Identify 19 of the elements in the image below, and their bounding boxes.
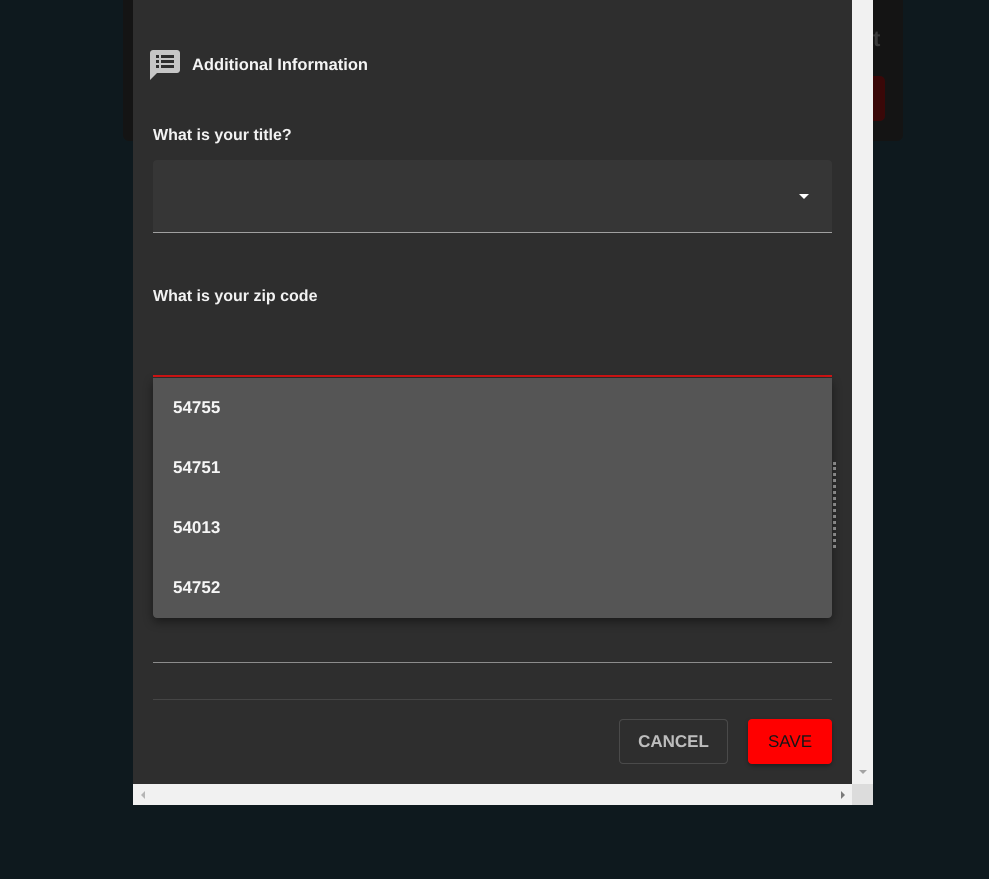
vertical-scrollbar[interactable] (852, 0, 873, 784)
select-field[interactable] (153, 160, 832, 233)
suggestion-item[interactable]: 54013 (153, 498, 832, 558)
cancel-button[interactable]: CANCEL (619, 719, 728, 764)
scrollbar-corner (852, 784, 873, 805)
action-button[interactable] (873, 76, 885, 121)
save-button[interactable]: SAVE (748, 719, 832, 764)
section-title: Additional Information (192, 55, 368, 75)
horizontal-scrollbar[interactable] (133, 784, 852, 805)
down-arrow-icon[interactable] (858, 770, 866, 774)
left-arrow-icon[interactable] (141, 790, 145, 798)
suggestion-item[interactable]: 54751 (153, 438, 832, 498)
message-list-icon (150, 50, 180, 80)
right-arrow-icon[interactable] (841, 790, 845, 798)
suggestion-item[interactable]: 54752 (153, 558, 832, 618)
dropdown-caret-icon (799, 194, 809, 198)
field-label: What is your title? (153, 126, 292, 146)
field-label: What is your zip code (153, 287, 318, 307)
suggestion-item[interactable]: 54755 (153, 378, 832, 438)
